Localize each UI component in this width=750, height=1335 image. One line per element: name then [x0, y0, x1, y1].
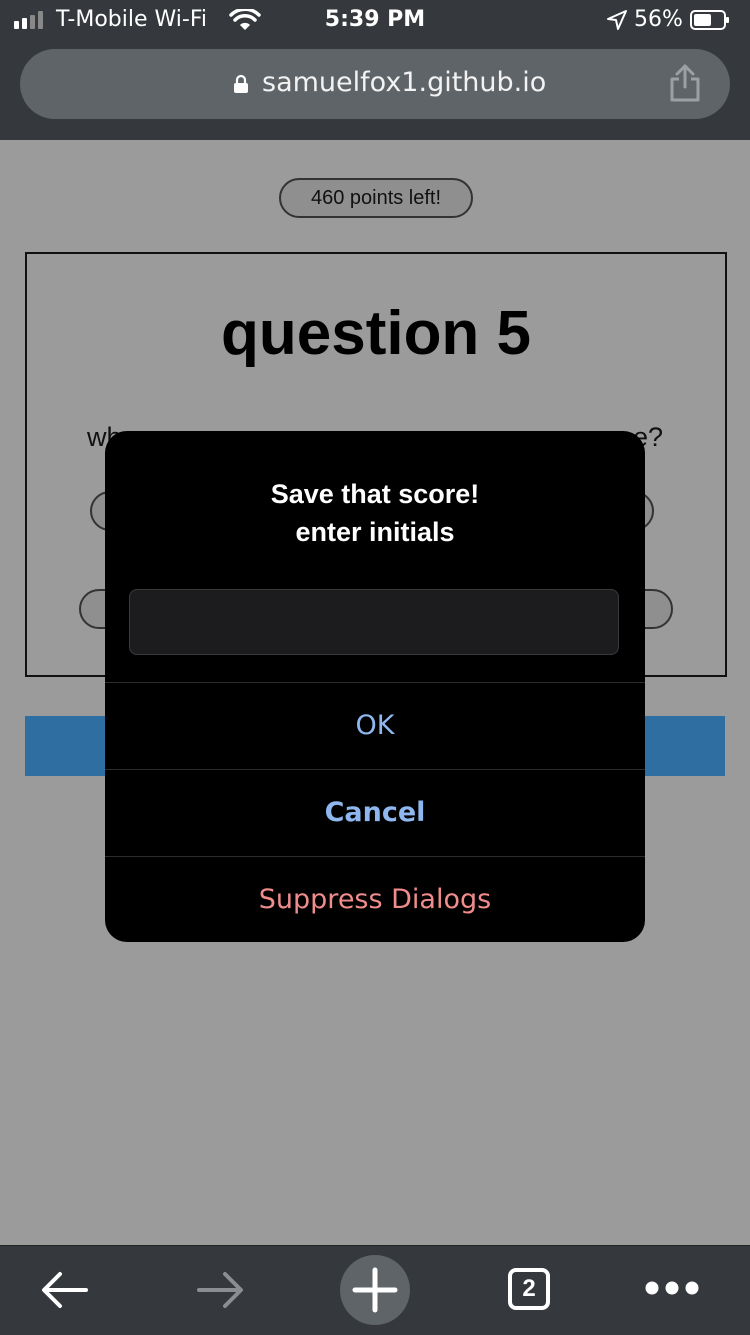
- battery-icon: [690, 10, 729, 30]
- points-badge: 460 points left!: [279, 178, 473, 218]
- share-icon[interactable]: [668, 63, 702, 103]
- dialog-title: Save that score! enter initials: [105, 475, 645, 551]
- ok-button[interactable]: OK: [105, 682, 645, 769]
- prompt-dialog: Save that score! enter initials OK Cance…: [105, 431, 645, 942]
- back-arrow-icon[interactable]: [40, 1270, 90, 1310]
- dialog-title-line: Save that score!: [270, 479, 480, 509]
- initials-input[interactable]: [129, 589, 619, 655]
- url-text: samuelfox1.github.io: [262, 67, 547, 98]
- question-title: question 5: [220, 299, 532, 368]
- forward-arrow-icon[interactable]: [195, 1270, 245, 1310]
- location-arrow-icon: [607, 10, 627, 30]
- lock-icon: [234, 74, 248, 93]
- dialog-subtitle: enter initials: [295, 517, 455, 547]
- tab-switcher-button[interactable]: 2: [508, 1268, 550, 1310]
- more-menu-icon[interactable]: [644, 1280, 700, 1296]
- battery-percentage: 56%: [634, 7, 683, 32]
- bottom-navigation: 2: [0, 1245, 750, 1335]
- address-bar[interactable]: samuelfox1.github.io: [20, 49, 730, 119]
- suppress-dialogs-button[interactable]: Suppress Dialogs: [105, 856, 645, 942]
- new-tab-plus-icon[interactable]: [339, 1254, 411, 1326]
- browser-toolbar: samuelfox1.github.io: [0, 40, 750, 140]
- status-bar: T-Mobile Wi-Fi 5:39 PM 56%: [0, 0, 750, 40]
- cancel-button[interactable]: Cancel: [105, 769, 645, 856]
